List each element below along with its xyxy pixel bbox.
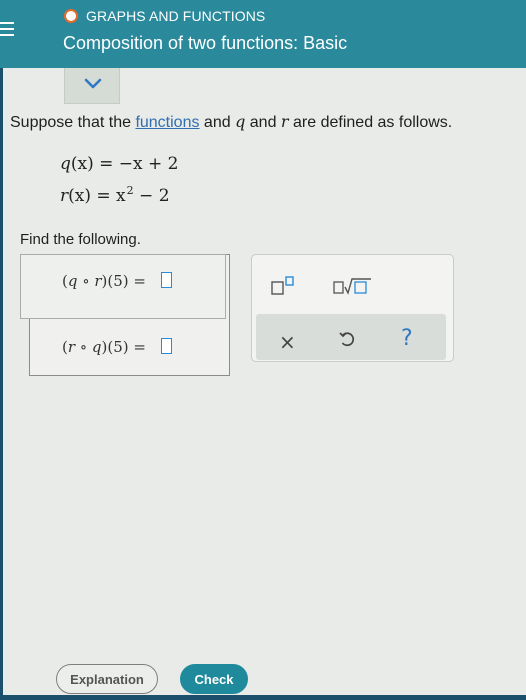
eq-lhs: r	[60, 186, 69, 206]
variable-q: q	[235, 112, 246, 131]
superscript-button[interactable]	[271, 276, 297, 301]
expr-g: q	[91, 338, 102, 356]
expr-text: )(5) =	[101, 338, 151, 356]
intro-text: Suppose that the	[10, 114, 136, 131]
eq-exponent: 2	[126, 184, 134, 197]
eq-lhs: q	[60, 154, 71, 174]
expr-text: )(5) =	[101, 272, 151, 290]
expand-toggle[interactable]	[64, 68, 120, 104]
expr-g: r	[94, 272, 102, 290]
eq-rhs: = −x + 2	[93, 154, 179, 174]
eq-rhs: − 2	[133, 186, 170, 206]
equation-r: r(x) = x2 − 2	[60, 184, 170, 206]
check-button[interactable]: Check	[180, 664, 248, 694]
intro-text: and	[245, 114, 281, 131]
clear-icon[interactable]: ×	[279, 330, 296, 354]
explanation-button[interactable]: Explanation	[56, 664, 158, 694]
header-bar: GRAPHS AND FUNCTIONS Composition of two …	[0, 0, 526, 68]
answer-row-1: (q ∘ r)(5) =	[62, 272, 172, 290]
topic-label: GRAPHS AND FUNCTIONS	[86, 8, 266, 24]
square-root-icon	[333, 278, 371, 295]
undo-button[interactable]	[339, 330, 357, 355]
problem-intro: Suppose that the functions and q and r a…	[10, 112, 452, 132]
eq-rhs: = x	[91, 186, 126, 206]
intro-text: and	[199, 114, 236, 131]
answer-row-2: (r ∘ q)(5) =	[62, 338, 172, 356]
eq-arg: (x)	[70, 154, 94, 174]
bottom-strip	[0, 695, 526, 700]
left-edge-strip	[0, 0, 3, 700]
equation-q: q(x) = −x + 2	[60, 154, 179, 174]
compose-operator: ∘	[77, 272, 95, 290]
square-root-button[interactable]	[333, 276, 373, 301]
answer-input-1[interactable]	[160, 272, 172, 288]
menu-icon[interactable]	[0, 22, 16, 40]
superscript-icon	[271, 276, 294, 295]
functions-link[interactable]: functions	[135, 114, 199, 131]
help-icon[interactable]: ?	[401, 326, 413, 351]
chevron-down-icon	[84, 78, 102, 89]
compose-operator: ∘	[75, 338, 92, 356]
eq-arg: (x)	[68, 186, 91, 206]
answer-input-2[interactable]	[160, 338, 172, 354]
find-label: Find the following.	[20, 231, 141, 248]
undo-icon	[339, 332, 355, 347]
topic-status-icon	[64, 9, 78, 23]
expr-f: r	[67, 338, 76, 356]
page-title: Composition of two functions: Basic	[63, 33, 348, 53]
intro-text: are defined as follows.	[288, 114, 453, 131]
variable-r: r	[280, 112, 289, 131]
